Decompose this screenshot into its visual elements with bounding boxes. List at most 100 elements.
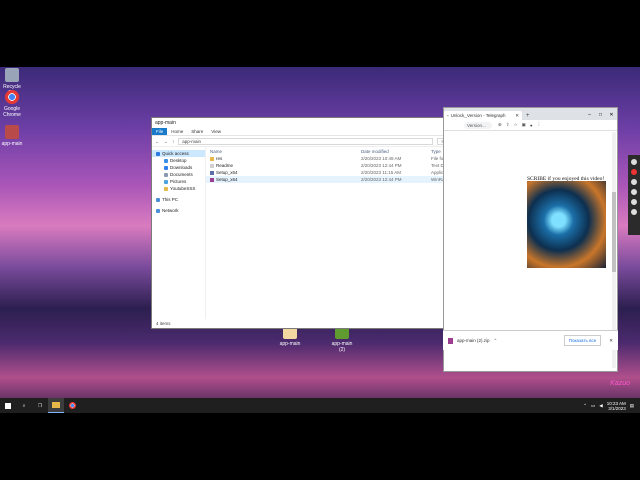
omnibox[interactable]: Version... xyxy=(464,121,492,129)
page-content: SCRIBE if you enjoyed this video! xyxy=(444,131,617,182)
folder-icon xyxy=(52,402,60,408)
clock-time: 10:23 AM xyxy=(606,400,626,406)
desktop: Recycle Bin Google Chrome app-main app-m… xyxy=(0,67,640,412)
search-button[interactable]: ⌕ xyxy=(16,398,32,413)
download-bar-close-icon[interactable]: ✕ xyxy=(609,338,613,344)
app-main-desktop-icon[interactable]: app-main xyxy=(1,125,23,147)
panel-icon[interactable] xyxy=(631,169,637,175)
start-button[interactable] xyxy=(0,398,16,413)
folder-icon xyxy=(164,186,168,191)
app-main-file-label: app-main xyxy=(279,341,301,347)
menu-icon[interactable]: ⋮ xyxy=(537,122,542,128)
file-name: Readme xyxy=(216,163,234,168)
star-icon xyxy=(156,151,160,156)
chrome-desktop-icon[interactable]: Google Chrome xyxy=(1,90,23,118)
nav-item-label: Documents xyxy=(170,172,193,177)
folder-icon xyxy=(210,156,214,161)
browser-tab[interactable]: ▫ Unlock_Version - Telegraph ✕ xyxy=(444,111,522,120)
new-tab-icon[interactable]: + xyxy=(522,113,534,120)
address-bar[interactable]: app-main xyxy=(178,137,434,145)
column-date[interactable]: Date modified xyxy=(361,149,431,154)
tab-share[interactable]: Share xyxy=(187,128,207,135)
browser-tabstrip: ▫ Unlock_Version - Telegraph ✕ + – □ ✕ xyxy=(444,108,617,120)
windows-icon xyxy=(5,402,11,409)
taskbar-chrome[interactable] xyxy=(64,398,80,413)
bookmark-star-icon[interactable]: ☆ xyxy=(514,122,518,128)
desktop-icon xyxy=(164,158,168,163)
tab-close-icon[interactable]: ✕ xyxy=(515,113,519,118)
task-view-icon: ❐ xyxy=(37,402,43,408)
system-tray: ⌃ ▭ ◀ 10:23 AM 3/1/2023 ▤ xyxy=(583,401,640,411)
file-name: Setup_x64 xyxy=(216,177,238,182)
nav-item-label: Quick access xyxy=(162,151,189,156)
side-panel xyxy=(628,155,640,235)
share-icon[interactable]: ⇪ xyxy=(506,122,510,128)
explorer-title: app-main xyxy=(155,120,176,126)
nav-item[interactable]: This PC xyxy=(152,196,205,203)
tab-view[interactable]: View xyxy=(207,128,225,135)
extensions-icon[interactable]: ▣ xyxy=(522,122,526,128)
browser-maximize-icon[interactable]: □ xyxy=(595,112,606,120)
nav-item[interactable]: Quick access xyxy=(152,150,205,157)
omnibox-text: Version... xyxy=(467,122,486,128)
archive-icon xyxy=(210,177,214,182)
file-date: 2/20/2023 12:44 PM xyxy=(361,177,402,182)
panel-icon[interactable] xyxy=(631,189,637,195)
chevron-up-icon[interactable]: ⌃ xyxy=(494,338,498,344)
task-view-button[interactable]: ❐ xyxy=(32,398,48,413)
tab-file[interactable]: File xyxy=(152,128,168,135)
column-name[interactable]: Name xyxy=(206,149,361,154)
chrome-desktop-label: Google Chrome xyxy=(3,106,21,118)
file-name: Setup_x64 xyxy=(216,170,238,175)
forward-arrow-icon[interactable]: → xyxy=(164,139,169,144)
nav-item-label: Network xyxy=(162,208,179,213)
nav-item-label: This PC xyxy=(162,197,179,202)
document-icon xyxy=(164,172,168,177)
volume-icon[interactable]: ◀ xyxy=(599,403,602,409)
download-filename: app-main (2).zip xyxy=(457,338,490,343)
nav-item-label: Desktop xyxy=(170,158,187,163)
app-icon xyxy=(5,125,19,139)
up-arrow-icon[interactable]: ↑ xyxy=(172,139,174,144)
nav-item[interactable]: Network xyxy=(152,207,205,214)
panel-icon[interactable] xyxy=(631,179,637,185)
tab-home[interactable]: Home xyxy=(167,128,187,135)
notification-icon[interactable]: ▤ xyxy=(630,403,634,409)
back-arrow-icon[interactable]: ← xyxy=(155,139,160,144)
show-all-button[interactable]: Показать все xyxy=(563,335,602,346)
search-icon: ⌕ xyxy=(22,403,26,408)
download-icon xyxy=(164,165,168,170)
nav-item[interactable]: Pictures xyxy=(152,178,205,185)
tab-title: Unlock_Version - Telegraph xyxy=(450,113,506,118)
file-name-cell: Readme xyxy=(206,163,361,168)
file-date: 2/20/2023 11:15 AM xyxy=(361,170,401,175)
setup-icon xyxy=(210,170,214,175)
item-count: 4 items xyxy=(156,321,171,326)
settings-icon[interactable] xyxy=(631,209,637,215)
nav-item[interactable]: Documents xyxy=(152,171,205,178)
navigation-pane: Quick access Desktop Downloads Documents Pic… xyxy=(152,147,206,319)
chrome-icon xyxy=(5,90,19,104)
lock-circuit-image xyxy=(527,181,606,268)
text-file-icon xyxy=(210,163,214,168)
browser-minimize-icon[interactable]: – xyxy=(584,112,595,120)
clock-date: 3/1/2023 xyxy=(608,405,626,411)
file-name-cell: Setup_x64 xyxy=(206,170,361,175)
network-icon[interactable]: ▭ xyxy=(591,403,595,409)
pictures-icon xyxy=(164,179,168,184)
zoom-icon[interactable]: ⊕ xyxy=(498,122,502,128)
download-item[interactable]: app-main (2).zip ⌃ xyxy=(448,337,518,344)
scroll-thumb[interactable] xyxy=(612,192,616,272)
browser-close-icon[interactable]: ✕ xyxy=(606,112,617,120)
tray-chevron-icon[interactable]: ⌃ xyxy=(583,403,587,409)
nav-item[interactable]: Downloads xyxy=(152,164,205,171)
clock[interactable]: 10:23 AM 3/1/2023 xyxy=(607,401,626,411)
taskbar-explorer[interactable] xyxy=(48,398,64,413)
panel-icon[interactable] xyxy=(631,159,637,165)
panel-icon[interactable] xyxy=(631,199,637,205)
app-main-archive-label: app-main (2) xyxy=(331,341,353,353)
profile-icon[interactable]: ● xyxy=(530,123,533,128)
nav-item[interactable]: YoutubeSSS xyxy=(152,185,205,192)
app-main-archive-icon[interactable]: app-main (2) xyxy=(331,325,353,353)
nav-item[interactable]: Desktop xyxy=(152,157,205,164)
